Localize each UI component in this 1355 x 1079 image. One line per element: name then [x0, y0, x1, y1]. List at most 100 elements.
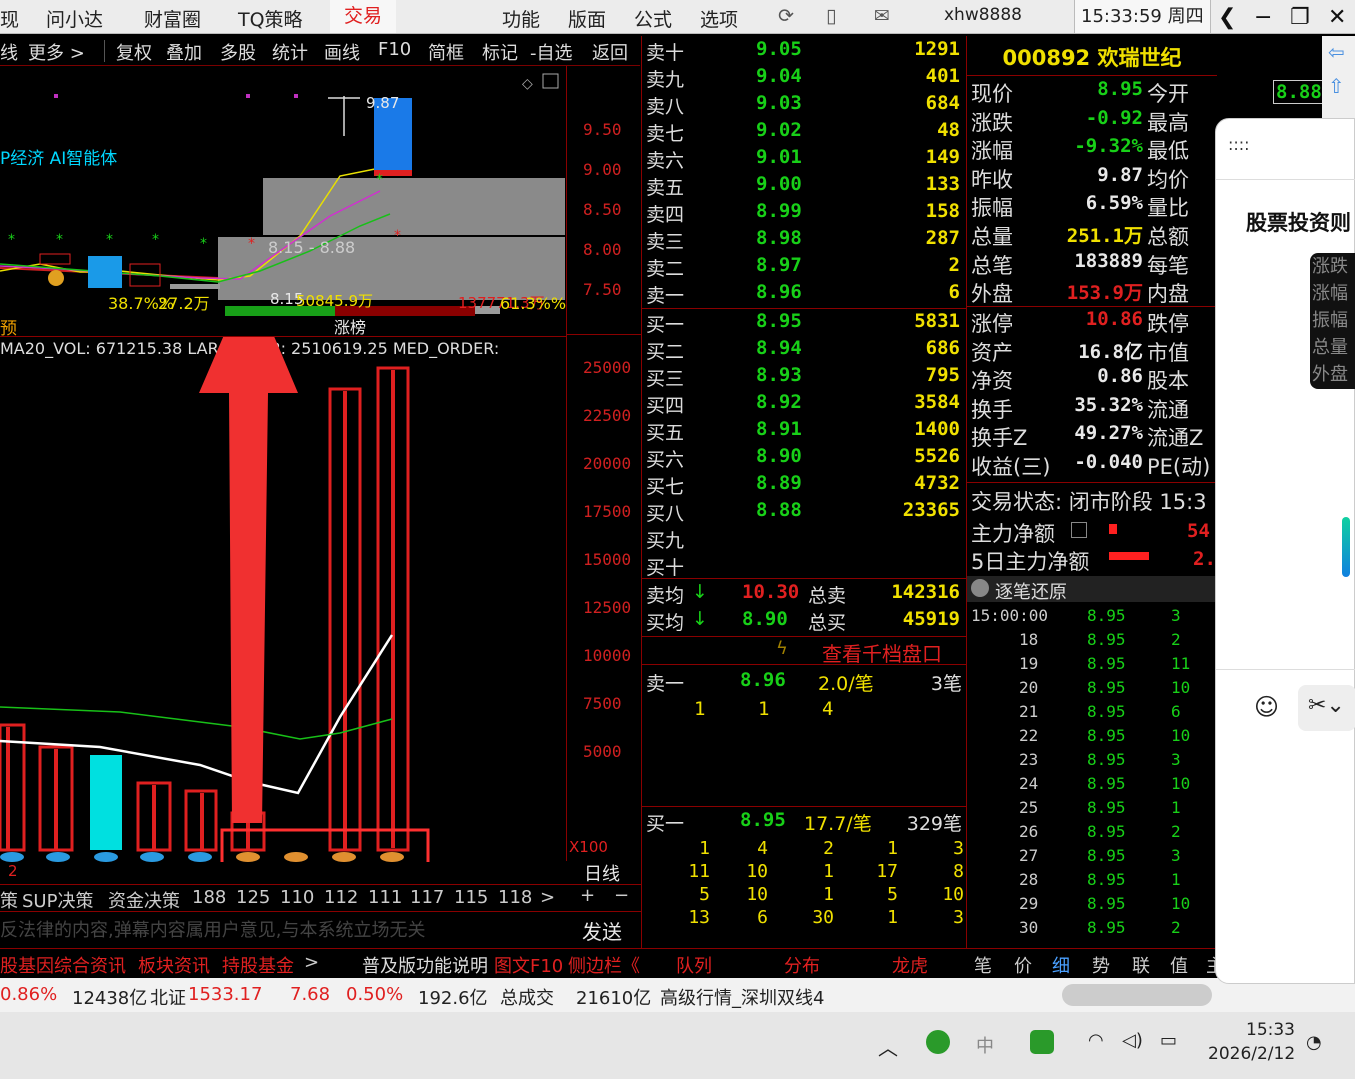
tool-restore-rights[interactable]: 复权 — [116, 39, 152, 65]
tool-draw-line[interactable]: 画线 — [324, 39, 360, 65]
search-pill[interactable] — [1062, 984, 1212, 1006]
tool-multi-stock[interactable]: 多股 — [220, 39, 256, 65]
sell-level-row[interactable]: 卖二 8.97 2 — [642, 254, 966, 281]
arrow-up-icon[interactable]: ⇧ — [1328, 74, 1345, 98]
zoom-in-button[interactable]: + — [580, 885, 595, 906]
tab-wenxiaoda[interactable]: 问小达 — [46, 5, 103, 32]
menu-formula[interactable]: 公式 — [634, 5, 672, 32]
arrow-left-icon[interactable]: ⇦ — [1328, 40, 1345, 64]
tool-more[interactable]: 更多 > — [28, 39, 85, 65]
assistant-popup[interactable]: :::: 股票投资则 涨跌 涨幅 振幅 总量 外盘 ☺ ✂⌄ — [1215, 118, 1355, 984]
tool-simple-frame[interactable]: 简框 — [428, 39, 464, 65]
buy-level-row[interactable]: 买五 8.91 1400 — [642, 418, 966, 445]
tab-distribution[interactable]: 分布 — [784, 952, 820, 978]
tab-117[interactable]: 117 — [410, 887, 444, 908]
restore-icon[interactable]: ❐ — [1290, 5, 1310, 30]
tab-capital[interactable]: 资金决策 — [108, 887, 180, 913]
tab-118[interactable]: 118 — [498, 887, 532, 908]
tab-queue[interactable]: 队列 — [676, 952, 712, 978]
tab-111[interactable]: 111 — [368, 887, 402, 908]
buy-level-row[interactable]: 买三 8.93 795 — [642, 364, 966, 391]
popup-scrollbar[interactable] — [1342, 517, 1350, 577]
ime-indicator[interactable]: 中 — [976, 1032, 994, 1058]
buy-level-row[interactable]: 买六 8.90 5526 — [642, 445, 966, 472]
link-guide[interactable]: 普及版功能说明 — [362, 952, 488, 978]
emoji-icon[interactable]: ☺ — [1254, 693, 1279, 721]
buy-level-row[interactable]: 买四 8.92 3584 — [642, 391, 966, 418]
app-tray-icon[interactable] — [926, 1030, 950, 1054]
scissors-icon[interactable]: ✂⌄ — [1298, 685, 1355, 731]
tab-next[interactable]: > — [540, 887, 555, 908]
menu-dots-icon[interactable]: :::: — [1228, 135, 1250, 154]
mail-icon[interactable]: ✉ — [874, 5, 890, 27]
sell-level-row[interactable]: 卖三 8.98 287 — [642, 227, 966, 254]
buy-level-row[interactable]: 买九 — [642, 526, 966, 553]
link-more[interactable]: > — [304, 952, 319, 973]
info-icon[interactable] — [1071, 522, 1087, 538]
link-stock-gene[interactable]: 股基因 — [0, 952, 54, 978]
zoom-out-button[interactable]: − — [614, 885, 629, 906]
menu-cut-item[interactable]: 现 — [0, 5, 19, 32]
link-sidebar[interactable]: 侧边栏《 — [568, 952, 640, 978]
depth-link[interactable]: 查看千档盘口 — [822, 638, 942, 667]
sell-level-row[interactable]: 卖四 8.99 158 — [642, 200, 966, 227]
tool-mark[interactable]: 标记 — [482, 39, 518, 65]
tab-link[interactable]: 联 — [1132, 952, 1150, 978]
volume-icon[interactable]: ◁) — [1122, 1030, 1143, 1051]
battery-icon[interactable]: ▭ — [1160, 1030, 1177, 1051]
tool-line[interactable]: 线 — [0, 39, 18, 65]
tool-statistics[interactable]: 统计 — [272, 39, 308, 65]
link-sector-news[interactable]: 板块资讯 — [138, 952, 210, 978]
link-news[interactable]: 综合资讯 — [54, 952, 126, 978]
sell-level-row[interactable]: 卖一 8.96 6 — [642, 281, 966, 308]
tool-f10[interactable]: F10 — [378, 39, 411, 60]
tab-trend[interactable]: 势 — [1092, 952, 1110, 978]
close-icon[interactable]: ✕ — [1328, 5, 1346, 30]
ai-agent-label[interactable]: P经济 AI智能体 — [0, 144, 117, 169]
sell-level-row[interactable]: 卖六 9.01 149 — [642, 146, 966, 173]
tab-price[interactable]: 价 — [1014, 952, 1032, 978]
menu-layout[interactable]: 版面 — [568, 5, 606, 32]
tab-trade-tick[interactable]: 笔 — [974, 952, 992, 978]
phone-icon[interactable]: ▯ — [826, 5, 836, 27]
taskbar-time[interactable]: 15:33 — [1246, 1020, 1295, 1040]
buy-level-row[interactable]: 买八 8.88 23365 — [642, 499, 966, 526]
minimize-icon[interactable]: − — [1254, 5, 1272, 30]
menu-function[interactable]: 功能 — [502, 5, 540, 32]
chevron-up-icon[interactable]: ︿ — [878, 1032, 898, 1061]
sell-level-row[interactable]: 卖五 9.00 133 — [642, 173, 966, 200]
refresh-icon[interactable]: ⟳ — [778, 5, 794, 27]
tab-188[interactable]: 188 — [192, 887, 226, 908]
buy-level-row[interactable]: 买一 8.95 5831 — [642, 310, 966, 337]
tab-115[interactable]: 115 — [454, 887, 488, 908]
tab-sup[interactable]: SUP决策 — [22, 887, 93, 913]
sell-level-row[interactable]: 卖十 9.05 1291 — [642, 38, 966, 65]
tab-110[interactable]: 110 — [280, 887, 314, 908]
wps-icon[interactable] — [1030, 1030, 1054, 1054]
menu-options[interactable]: 选项 — [700, 5, 738, 32]
tick-header[interactable]: 逐笔还原 — [967, 576, 1217, 603]
taskbar-date[interactable]: 2026/2/12 — [1208, 1044, 1295, 1064]
sell-level-row[interactable]: 卖七 9.02 48 — [642, 119, 966, 146]
buy-level-row[interactable]: 买十 — [642, 553, 966, 580]
buy-level-row[interactable]: 买七 8.89 4732 — [642, 472, 966, 499]
tool-overlay[interactable]: 叠加 — [166, 39, 202, 65]
tab-caifuquan[interactable]: 财富圈 — [144, 5, 201, 32]
send-button[interactable]: 发送 — [582, 916, 622, 945]
tab-indicator[interactable]: 策 — [0, 887, 18, 913]
gainers-tag[interactable]: 涨榜 — [334, 314, 366, 338]
tab-125[interactable]: 125 — [236, 887, 270, 908]
username[interactable]: xhw8888 — [944, 5, 1022, 25]
period-label[interactable]: 日线 — [584, 860, 620, 886]
tool-watchlist[interactable]: -自选 — [530, 39, 573, 65]
tab-dragon-tiger[interactable]: 龙虎 — [892, 952, 928, 978]
tab-value[interactable]: 值 — [1170, 952, 1188, 978]
tool-return[interactable]: 返回 — [592, 39, 628, 65]
tab-trade[interactable]: 交易 — [330, 0, 397, 33]
notification-icon[interactable]: ◔ — [1306, 1032, 1322, 1053]
link-fund-holdings[interactable]: 持股基金 — [222, 952, 294, 978]
chevron-down-icon[interactable] — [971, 579, 989, 597]
tab-detail[interactable]: 细 — [1052, 952, 1070, 978]
sell-level-row[interactable]: 卖九 9.04 401 — [642, 65, 966, 92]
kline-chart[interactable]: ◇ * * * * * * * * P经济 AI智能体 9.87 8.15 - 8.88 3… — [0, 66, 567, 339]
